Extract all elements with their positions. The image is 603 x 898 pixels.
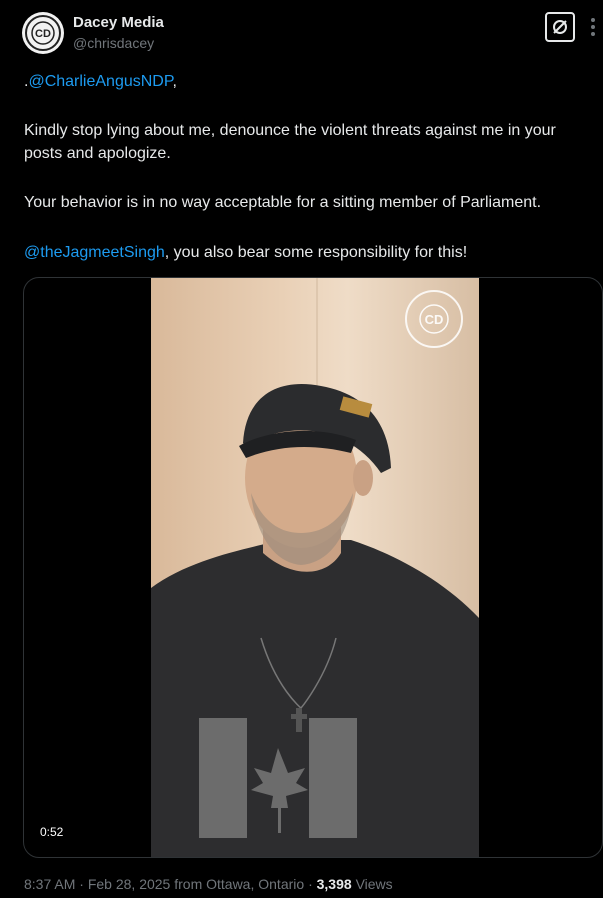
dacey-media-watermark: CD [405, 290, 463, 348]
video-duration: 0:52 [34, 823, 70, 841]
tweet-time[interactable]: 8:37 AM [24, 876, 75, 892]
author-handle[interactable]: @chrisdacey [73, 35, 154, 51]
views-count: 3,398 [316, 876, 352, 892]
grok-button[interactable] [545, 12, 575, 42]
mention-link-jagmeetsingh[interactable]: @theJagmeetSingh [24, 244, 165, 261]
tweet-metadata: 8:37 AM · Feb 28, 2025 from Ottawa, Onta… [24, 876, 393, 892]
author-name[interactable]: Dacey Media [73, 14, 164, 31]
views-label: Views [355, 876, 393, 892]
dacey-media-watermark-icon: CD [419, 304, 449, 334]
tweet-line-1: .@CharlieAngusNDP, [24, 73, 177, 90]
tweet-paragraph-2: Kindly stop lying about me, denounce the… [24, 122, 556, 162]
tweet-date-location: Feb 28, 2025 from Ottawa, Ontario [87, 876, 305, 892]
dacey-media-logo-icon: CD [25, 15, 61, 51]
avatar[interactable]: CD [22, 12, 64, 54]
svg-text:CD: CD [35, 28, 51, 40]
video-player[interactable]: CD 0:52 [23, 277, 603, 858]
mention-link-charlieangus[interactable]: @CharlieAngusNDP [28, 73, 172, 90]
tweet-line-4: @theJagmeetSingh, you also bear some res… [24, 244, 468, 261]
video-frame: CD [151, 278, 479, 857]
video-person-figure [151, 383, 479, 857]
svg-text:CD: CD [425, 312, 444, 327]
more-dots-icon [591, 18, 595, 22]
tweet-paragraph-3: Your behavior is in no way acceptable fo… [24, 194, 542, 211]
grok-icon [553, 20, 567, 34]
more-options-button[interactable] [586, 12, 600, 42]
